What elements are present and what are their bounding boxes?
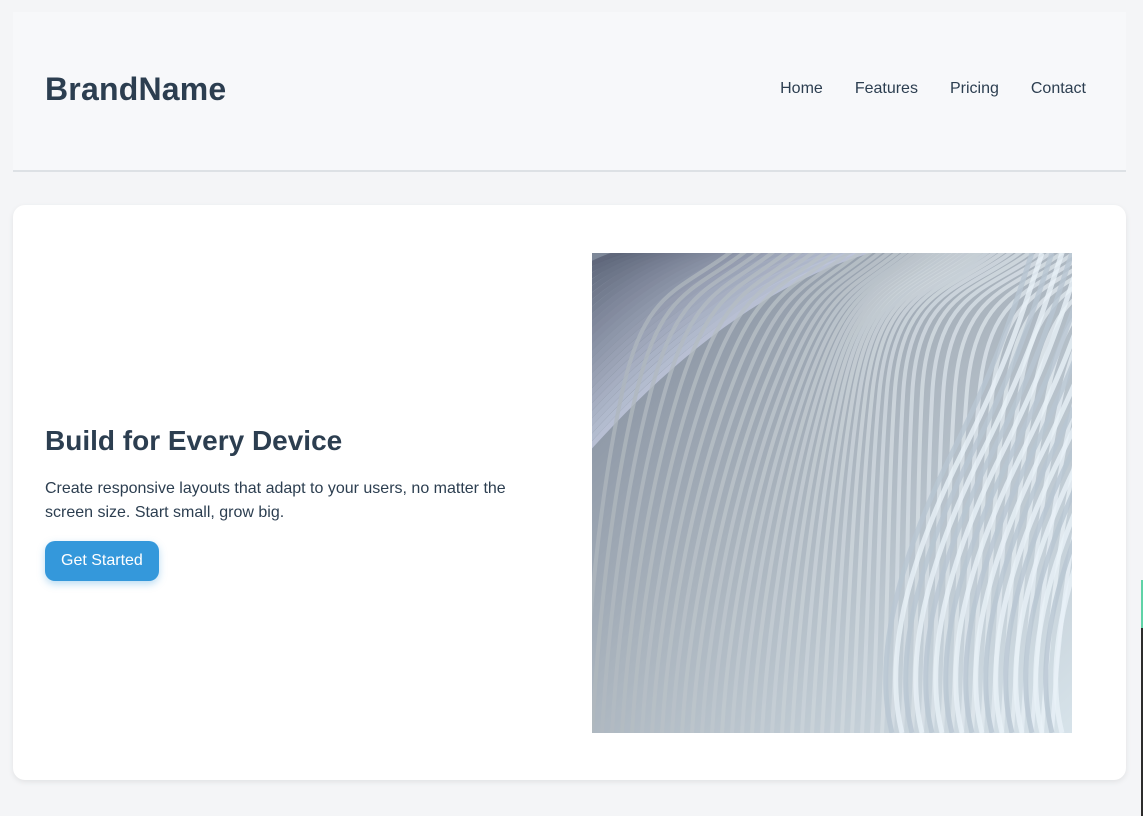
nav-link-features[interactable]: Features	[855, 80, 918, 98]
abstract-wave-image	[592, 253, 1072, 733]
hero-image	[592, 253, 1072, 733]
get-started-button[interactable]: Get Started	[45, 541, 159, 581]
brand-logo[interactable]: BrandName	[45, 71, 226, 108]
main-nav: Home Features Pricing Contact	[780, 80, 1086, 98]
hero-description: Create responsive layouts that adapt to …	[45, 480, 506, 521]
page: BrandName Home Features Pricing Contact …	[0, 0, 1143, 816]
hero-card: Build for Every Device Create responsive…	[13, 205, 1126, 780]
hero-title: Build for Every Device	[45, 425, 343, 456]
nav-link-contact[interactable]: Contact	[1031, 80, 1086, 98]
site-header: BrandName Home Features Pricing Contact	[13, 12, 1126, 172]
hero-text: Build for Every Device Create responsive…	[45, 423, 535, 581]
nav-link-pricing[interactable]: Pricing	[950, 80, 999, 98]
nav-link-home[interactable]: Home	[780, 80, 823, 98]
